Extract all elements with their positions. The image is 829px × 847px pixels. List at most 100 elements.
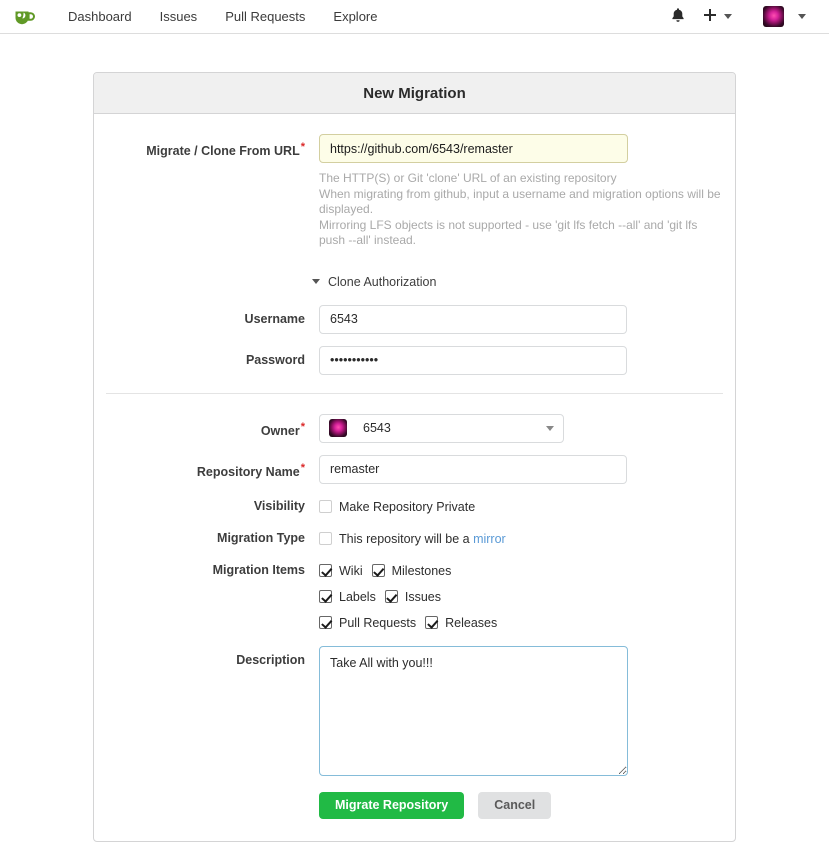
- owner-selected-value: 6543: [363, 421, 391, 435]
- plus-icon: [703, 8, 717, 25]
- checkbox-box-icon: [319, 500, 332, 513]
- description-textarea[interactable]: Take All with you!!!: [319, 645, 628, 776]
- owner-control: 6543: [319, 413, 735, 443]
- repository-name-control: [319, 454, 735, 484]
- visibility-label: Visibility: [253, 498, 305, 513]
- milestones-label: Milestones: [391, 563, 452, 578]
- labels-label: Labels: [339, 589, 376, 604]
- visibility-checkbox-row: Make Repository Private: [319, 496, 735, 518]
- clone-url-input[interactable]: [319, 134, 628, 163]
- chevron-down-icon: [724, 14, 732, 19]
- clone-url-label: Migrate / Clone From URL*: [94, 134, 319, 158]
- nav-right-group: [662, 0, 815, 33]
- field-row-owner: Owner* 6543: [94, 413, 735, 443]
- create-new-button[interactable]: [694, 0, 741, 33]
- user-avatar: [763, 6, 784, 27]
- milestones-checkbox[interactable]: Milestones: [371, 563, 460, 578]
- description-control: Take All with you!!!: [319, 645, 735, 776]
- migrate-repository-button[interactable]: Migrate Repository: [319, 791, 465, 819]
- form-actions: Migrate Repository Cancel: [94, 791, 735, 819]
- migration-items-control: Wiki Milestones Labels Issues Pull Reque…: [319, 560, 735, 638]
- issues-checkbox[interactable]: Issues: [384, 590, 449, 604]
- migration-form: Migrate / Clone From URL* The HTTP(S) or…: [94, 114, 735, 841]
- repository-name-label: Repository Name*: [94, 455, 319, 479]
- nav-link-pull-requests[interactable]: Pull Requests: [211, 0, 319, 33]
- mirror-link[interactable]: mirror: [473, 532, 506, 546]
- make-repository-private-label: Make Repository Private: [339, 499, 476, 514]
- pull-requests-label: Pull Requests: [339, 615, 417, 630]
- wiki-checkbox[interactable]: Wiki: [319, 564, 367, 578]
- owner-label: Owner*: [94, 414, 319, 438]
- username-input[interactable]: [319, 304, 627, 334]
- migration-items-label: Migration Items: [212, 562, 305, 577]
- help-line-2: When migrating from github, input a user…: [319, 186, 721, 217]
- field-row-migration-items: Migration Items Wiki Milestones Labels I…: [94, 560, 735, 638]
- username-label: Username: [244, 311, 305, 326]
- password-input[interactable]: [319, 345, 627, 375]
- page-title: New Migration: [94, 73, 735, 114]
- field-row-visibility: Visibility Make Repository Private: [94, 496, 735, 522]
- gitea-teacup-logo-icon[interactable]: [10, 3, 38, 31]
- owner-label-text: Owner: [260, 423, 300, 438]
- migration-items-row-2: Labels Issues: [319, 586, 735, 608]
- help-line-3: Mirroring LFS objects is not supported -…: [319, 217, 698, 248]
- owner-dropdown[interactable]: 6543: [319, 413, 564, 443]
- migration-items-row-1: Wiki Milestones: [319, 560, 735, 582]
- repository-name-input[interactable]: [319, 454, 627, 484]
- bell-icon: [671, 7, 685, 26]
- repository-name-label-text: Repository Name: [196, 464, 300, 479]
- mirror-checkbox[interactable]: This repository will be a mirror: [319, 532, 506, 546]
- wiki-label: Wiki: [339, 563, 363, 578]
- migration-items-row-3: Pull Requests Releases: [319, 612, 735, 634]
- required-marker: *: [300, 461, 305, 474]
- triangle-down-icon: [312, 279, 320, 284]
- pull-requests-checkbox[interactable]: Pull Requests: [319, 616, 420, 630]
- owner-avatar: [329, 419, 347, 437]
- clone-authorization-label: Clone Authorization: [328, 274, 437, 289]
- password-control: [319, 345, 735, 375]
- password-label: Password: [245, 352, 305, 367]
- required-marker: *: [300, 420, 305, 433]
- new-migration-card: New Migration Migrate / Clone From URL* …: [93, 72, 736, 842]
- checkbox-checked-icon: [384, 590, 398, 603]
- migration-type-control: This repository will be a mirror: [319, 528, 735, 554]
- top-navigation-bar: Dashboard Issues Pull Requests Explore: [0, 0, 829, 34]
- field-row-password: Password: [94, 345, 735, 375]
- labels-checkbox[interactable]: Labels: [319, 590, 380, 604]
- field-row-repository-name: Repository Name*: [94, 454, 735, 484]
- clone-url-help-text: The HTTP(S) or Git 'clone' URL of an exi…: [319, 171, 723, 249]
- migration-type-label: Migration Type: [217, 530, 305, 545]
- mirror-checkbox-label: This repository will be a mirror: [339, 532, 506, 546]
- help-line-1: The HTTP(S) or Git 'clone' URL of an exi…: [319, 171, 617, 185]
- nav-link-dashboard[interactable]: Dashboard: [54, 0, 146, 33]
- mirror-label-prefix: This repository will be a: [339, 531, 474, 546]
- checkbox-checked-icon: [319, 564, 332, 577]
- field-row-username: Username: [94, 304, 735, 334]
- user-menu-button[interactable]: [741, 0, 815, 33]
- username-control: [319, 304, 735, 334]
- nav-link-issues[interactable]: Issues: [146, 0, 212, 33]
- section-divider: [106, 392, 723, 394]
- checkbox-checked-icon: [319, 616, 332, 629]
- field-row-description: Description Take All with you!!!: [94, 645, 735, 776]
- chevron-down-icon: [798, 14, 806, 19]
- clone-url-control: The HTTP(S) or Git 'clone' URL of an exi…: [319, 134, 735, 249]
- visibility-control: Make Repository Private: [319, 496, 735, 522]
- chevron-down-icon: [546, 425, 554, 431]
- field-row-migration-type: Migration Type This repository will be a…: [94, 528, 735, 554]
- notifications-button[interactable]: [662, 0, 694, 33]
- checkbox-checked-icon: [425, 616, 439, 629]
- clone-authorization-toggle[interactable]: Clone Authorization: [94, 275, 735, 289]
- clone-url-label-text: Migrate / Clone From URL: [146, 144, 300, 159]
- migration-type-checkbox-row: This repository will be a mirror: [319, 528, 735, 550]
- checkbox-checked-icon: [319, 590, 332, 603]
- nav-link-explore[interactable]: Explore: [319, 0, 391, 33]
- field-row-clone-url: Migrate / Clone From URL* The HTTP(S) or…: [94, 134, 735, 249]
- checkbox-box-icon: [319, 532, 332, 545]
- cancel-button[interactable]: Cancel: [478, 791, 552, 819]
- description-label: Description: [236, 652, 305, 667]
- required-marker: *: [300, 141, 305, 153]
- make-repository-private-checkbox[interactable]: Make Repository Private: [319, 500, 483, 514]
- releases-checkbox[interactable]: Releases: [425, 616, 505, 630]
- releases-label: Releases: [445, 615, 498, 630]
